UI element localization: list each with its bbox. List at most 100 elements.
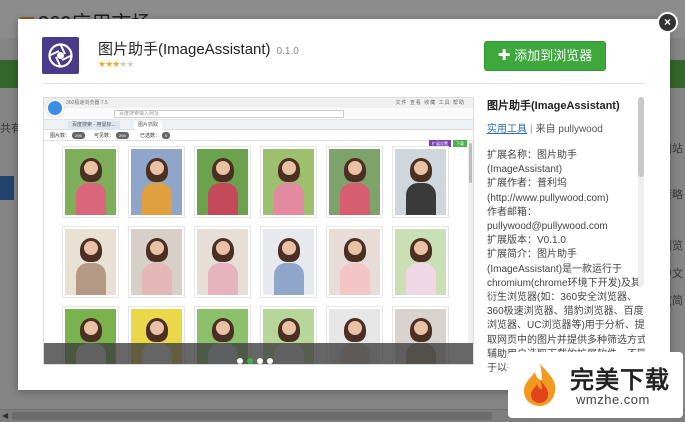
preview-download-button: 下载	[453, 140, 467, 147]
description-line: 360极速浏览器、猎豹浏览器、百度	[487, 306, 644, 318]
app-title: 图片助手(ImageAssistant) 0.1.0	[98, 41, 299, 58]
photo-figure-body	[405, 263, 436, 295]
photo-figure-body	[273, 263, 304, 295]
photo-image	[65, 229, 116, 295]
photo-figure-head	[215, 320, 230, 335]
info-scroll-thumb[interactable]	[638, 97, 644, 177]
description-line: 衍生浏览器(如：360安全浏览器、	[487, 292, 638, 304]
info-title: 图片助手(ImageAssistant)	[487, 100, 620, 112]
category-separator: |	[530, 124, 533, 135]
photo-image	[395, 149, 446, 215]
photo-image	[395, 229, 446, 295]
info-scrollbar[interactable]	[638, 97, 644, 287]
plus-icon: ✚	[497, 47, 511, 64]
header-divider	[42, 83, 646, 84]
photo-image	[197, 149, 248, 215]
photo-figure-head	[215, 160, 230, 175]
photo-figure-head	[347, 160, 362, 175]
info-category: 实用工具 | 来自 pullywood	[487, 120, 645, 135]
photo-figure-body	[339, 183, 370, 215]
star-empty-icon: ★	[126, 59, 134, 69]
description-line: 扩展版本：V0.1.0	[487, 235, 566, 247]
description-line: 扩展简介：图片助手	[487, 249, 577, 261]
photo-thumbnail	[62, 226, 119, 298]
photo-figure-head	[413, 240, 428, 255]
photo-figure-body	[405, 183, 436, 215]
description-line: (http://www.pullywood.com)	[487, 192, 609, 204]
watermark-url: wmzhe.com	[576, 392, 650, 407]
description-line: 取网页中的图片并提供多种筛选方式	[487, 334, 645, 346]
photo-figure-head	[281, 320, 296, 335]
photo-thumbnail	[326, 226, 383, 298]
photo-image	[131, 149, 182, 215]
photo-figure-body	[75, 263, 106, 295]
carousel-dot[interactable]	[257, 358, 263, 364]
browser-logo-icon	[46, 99, 64, 117]
preview-scroll-thumb	[469, 143, 472, 183]
photo-image	[263, 149, 314, 215]
description-line: pullywood@pullywood.com	[487, 221, 608, 233]
photo-image	[329, 229, 380, 295]
photo-thumbnail	[260, 226, 317, 298]
stat-selected: 已选数： 0	[140, 132, 171, 140]
photo-figure-body	[207, 263, 238, 295]
stat-visible: 可见数： 296	[94, 132, 129, 140]
preview-navbar: 百度搜索输入网址	[44, 108, 473, 120]
photo-thumbnail	[194, 146, 251, 218]
photo-figure-head	[149, 320, 164, 335]
photo-figure-head	[215, 240, 230, 255]
photo-figure-head	[347, 320, 362, 335]
photo-figure-head	[413, 320, 428, 335]
preview-tab-2: 图片抓取	[134, 121, 163, 130]
preview-tabs: 百度搜索 - 用鼠标... 图片抓取	[44, 120, 473, 130]
description-line: (ImageAssistant)是一款运行于	[487, 263, 623, 275]
photo-thumbnail	[392, 226, 449, 298]
info-panel: 图片助手(ImageAssistant) 实用工具 | 来自 pullywood 扩…	[487, 97, 645, 372]
photo-figure-head	[149, 240, 164, 255]
screenshot-preview[interactable]: 360极速浏览器 7.5 文件 查看 收藏 工具 帮助 百度搜索输入网址 百度搜…	[43, 97, 474, 365]
photo-thumbnail	[128, 226, 185, 298]
description-line: 扩展名称：图片助手	[487, 150, 577, 161]
photo-figure-head	[83, 160, 98, 175]
flame-logo-icon	[524, 364, 556, 406]
photo-figure-body	[141, 263, 172, 295]
photo-figure-body	[273, 183, 304, 215]
carousel-dot[interactable]	[247, 358, 253, 364]
carousel-dots[interactable]	[237, 351, 277, 364]
description-line: 作者邮箱：	[487, 206, 537, 218]
star-rating: ★★★★★	[98, 59, 134, 70]
app-version: 0.1.0	[276, 46, 299, 57]
photo-thumbnail	[62, 146, 119, 218]
photo-figure-head	[281, 240, 296, 255]
watermark: 完美下载 wmzhe.com	[508, 352, 683, 418]
photo-figure-head	[83, 320, 98, 335]
watermark-text: 完美下载	[570, 367, 670, 394]
photo-figure-head	[413, 160, 428, 175]
photo-image	[329, 149, 380, 215]
category-link[interactable]: 实用工具	[487, 124, 527, 135]
photo-image	[131, 229, 182, 295]
photo-figure-body	[75, 183, 106, 215]
add-to-browser-button[interactable]: ✚ 添加到浏览器	[484, 41, 606, 71]
photo-thumbnail	[128, 146, 185, 218]
preview-scrollbar	[468, 141, 473, 343]
photo-figure-head	[281, 160, 296, 175]
carousel-dot[interactable]	[267, 358, 273, 364]
photo-thumbnail	[194, 226, 251, 298]
app-icon	[42, 37, 79, 74]
description-line: chromium(chrome环境下开发)及其	[487, 277, 641, 289]
preview-menu: 文件 查看 收藏 工具 帮助	[395, 100, 465, 106]
preview-stats-bar: 图片数： 296 可见数： 296 已选数： 0 扩展设置 下载	[44, 130, 473, 147]
photo-figure-head	[347, 240, 362, 255]
description-line: 扩展作者：普利坞	[487, 178, 567, 190]
photo-figure-body	[141, 183, 172, 215]
photo-image	[197, 229, 248, 295]
carousel-dot[interactable]	[237, 358, 243, 364]
photo-figure-body	[207, 183, 238, 215]
photo-image	[65, 149, 116, 215]
source-label: 来自 pullywood	[535, 124, 603, 135]
photo-figure-body	[339, 263, 370, 295]
photo-figure-head	[83, 240, 98, 255]
close-button[interactable]: ×	[657, 12, 678, 33]
description-line: (ImageAssistant)	[487, 164, 563, 176]
